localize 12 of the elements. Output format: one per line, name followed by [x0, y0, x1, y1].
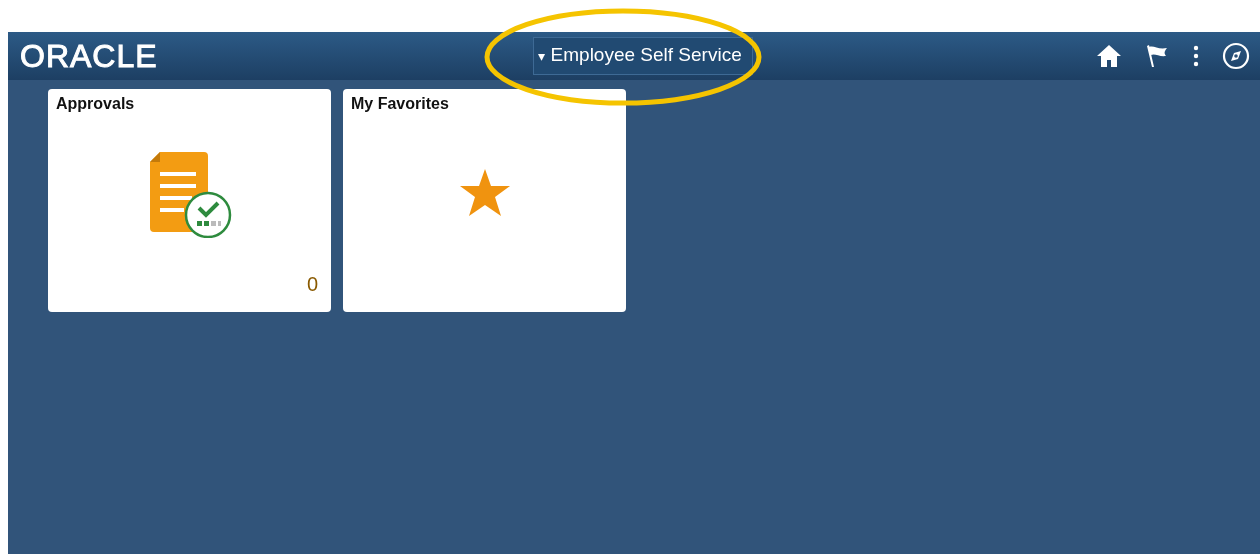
tile[interactable]: My Favorites — [343, 89, 626, 312]
tile-title: Approvals — [55, 94, 135, 113]
tile-title: My Favorites — [350, 94, 449, 113]
compass-icon[interactable] — [1222, 42, 1250, 70]
flag-icon[interactable] — [1144, 44, 1170, 68]
tile-count: 0 — [306, 273, 318, 296]
logo: ORACLE — [20, 37, 159, 75]
home-icon[interactable] — [1096, 44, 1122, 68]
homepage-menu[interactable]: ▾ Employee Self Service — [533, 37, 753, 75]
more-icon[interactable] — [1192, 44, 1200, 68]
tile[interactable]: Approvals 0 — [48, 89, 331, 312]
star-icon — [458, 167, 511, 218]
